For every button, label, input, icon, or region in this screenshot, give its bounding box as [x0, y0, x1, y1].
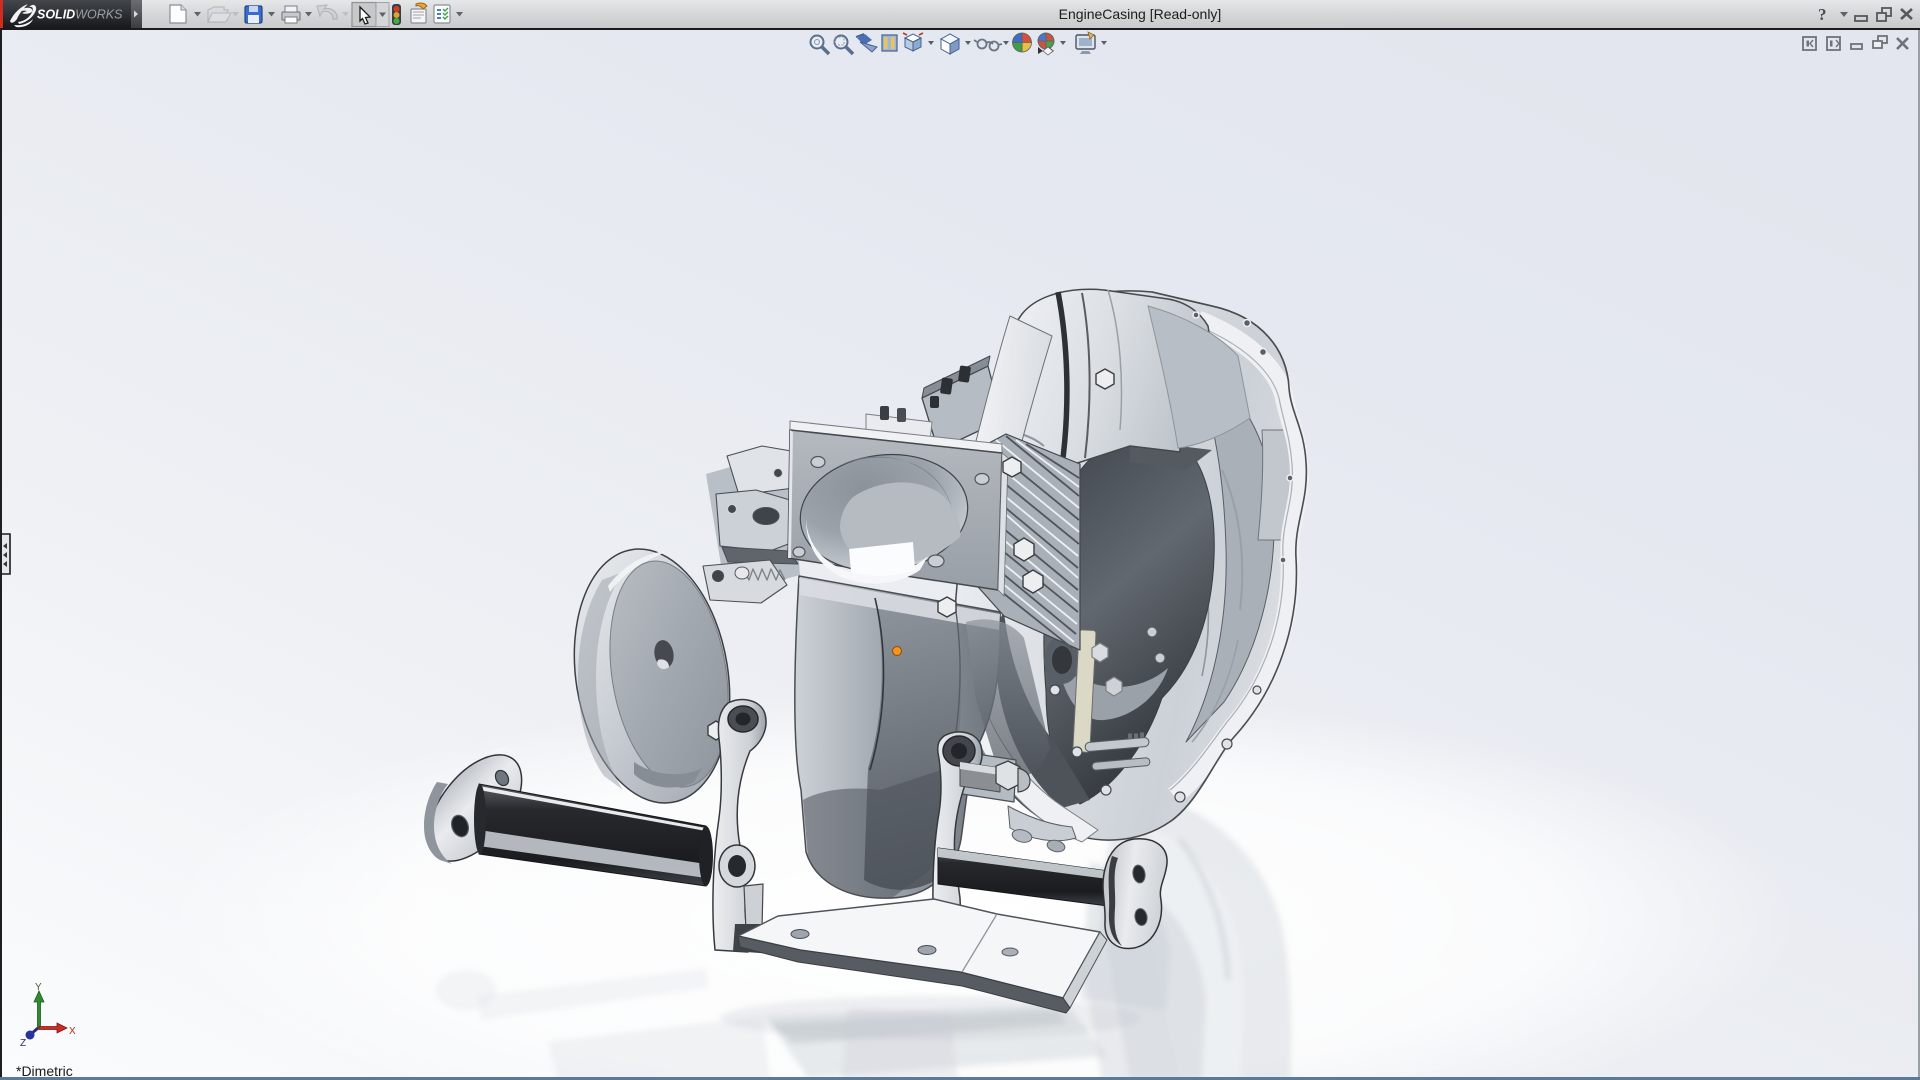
svg-text:X: X [69, 1026, 76, 1037]
svg-text:Y: Y [35, 982, 42, 993]
svg-text:Z: Z [20, 1038, 26, 1049]
svg-text:SOLIDWORKS: SOLIDWORKS [37, 8, 123, 22]
svg-text:?: ? [1818, 5, 1827, 24]
